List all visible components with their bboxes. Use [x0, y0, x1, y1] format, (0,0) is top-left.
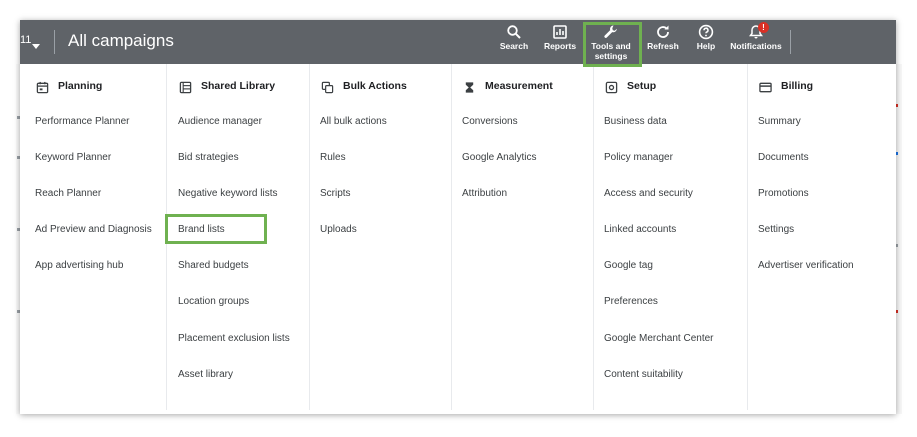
- copy-icon: [321, 81, 334, 94]
- refresh-label: Refresh: [647, 41, 679, 51]
- search-button[interactable]: Search: [498, 24, 530, 60]
- calendar-icon: [36, 81, 49, 94]
- menu-item-access-and-security[interactable]: Access and security: [604, 188, 693, 199]
- top-bar: 11 All campaigns Search Reports Tools an…: [20, 20, 896, 64]
- reports-button[interactable]: Reports: [540, 24, 580, 60]
- menu-item-performance-planner[interactable]: Performance Planner: [35, 116, 130, 127]
- menu-item-advertiser-verification[interactable]: Advertiser verification: [758, 260, 854, 271]
- notifications-button[interactable]: ! Notifications: [728, 22, 784, 60]
- menu-item-location-groups[interactable]: Location groups: [178, 296, 249, 307]
- topbar-divider-right: [790, 30, 791, 54]
- menu-item-promotions[interactable]: Promotions: [758, 188, 809, 199]
- menu-column-billing: Billing Summary Documents Promotions Set…: [748, 64, 896, 410]
- heading-label: Shared Library: [201, 80, 276, 92]
- notification-badge: !: [758, 22, 769, 33]
- heading-label: Planning: [58, 80, 103, 92]
- heading-label: Setup: [627, 80, 657, 92]
- menu-item-content-suitability[interactable]: Content suitability: [604, 369, 683, 380]
- menu-item-settings[interactable]: Settings: [758, 224, 794, 235]
- menu-item-shared-budgets[interactable]: Shared budgets: [178, 260, 249, 271]
- menu-item-uploads[interactable]: Uploads: [320, 224, 357, 235]
- menu-item-policy-manager[interactable]: Policy manager: [604, 152, 673, 163]
- brand-lists-highlight-box: [165, 214, 267, 244]
- heading-label: Billing: [781, 80, 814, 92]
- menu-item-documents[interactable]: Documents: [758, 152, 809, 163]
- menu-item-bid-strategies[interactable]: Bid strategies: [178, 152, 239, 163]
- menu-item-audience-manager[interactable]: Audience manager: [178, 116, 262, 127]
- reports-label: Reports: [543, 41, 577, 51]
- menu-item-summary[interactable]: Summary: [758, 116, 801, 127]
- menu-item-reach-planner[interactable]: Reach Planner: [35, 188, 101, 199]
- hourglass-icon: [465, 82, 474, 93]
- help-label: Help: [696, 41, 716, 51]
- menu-item-google-merchant-center[interactable]: Google Merchant Center: [604, 333, 714, 344]
- menu-item-rules[interactable]: Rules: [320, 152, 346, 163]
- page-title: All campaigns: [68, 31, 174, 50]
- search-label: Search: [499, 41, 529, 51]
- tools-settings-menu: Planning Performance Planner Keyword Pla…: [20, 64, 896, 414]
- screenshot-stage: 11 All campaigns Search Reports Tools an…: [0, 0, 917, 437]
- menu-column-planning: Planning Performance Planner Keyword Pla…: [20, 64, 167, 410]
- menu-item-google-analytics[interactable]: Google Analytics: [462, 152, 537, 163]
- library-icon: [179, 81, 192, 94]
- menu-column-measurement: Measurement Conversions Google Analytics…: [452, 64, 594, 410]
- menu-item-preferences[interactable]: Preferences: [604, 296, 658, 307]
- help-icon: [698, 24, 714, 40]
- menu-column-bulk-actions: Bulk Actions All bulk actions Rules Scri…: [310, 64, 452, 410]
- refresh-button[interactable]: Refresh: [645, 24, 681, 60]
- menu-item-google-tag[interactable]: Google tag: [604, 260, 653, 271]
- topbar-divider: [54, 30, 55, 54]
- menu-item-attribution[interactable]: Attribution: [462, 188, 507, 199]
- heading-label: Bulk Actions: [343, 80, 407, 92]
- notifications-label: Notifications: [730, 41, 782, 51]
- menu-item-keyword-planner[interactable]: Keyword Planner: [35, 152, 111, 163]
- menu-column-setup: Setup Business data Policy manager Acces…: [594, 64, 748, 410]
- menu-item-app-advertising-hub[interactable]: App advertising hub: [35, 260, 123, 271]
- heading-label: Measurement: [485, 80, 553, 92]
- setup-icon: [605, 81, 618, 94]
- refresh-icon: [657, 25, 669, 38]
- search-icon: [507, 25, 521, 39]
- menu-item-business-data[interactable]: Business data: [604, 116, 667, 127]
- help-button[interactable]: Help: [692, 24, 720, 60]
- menu-item-negative-keyword-lists[interactable]: Negative keyword lists: [178, 188, 277, 199]
- menu-item-conversions[interactable]: Conversions: [462, 116, 518, 127]
- chevron-down-icon[interactable]: [32, 44, 40, 49]
- menu-item-scripts[interactable]: Scripts: [320, 188, 351, 199]
- menu-item-linked-accounts[interactable]: Linked accounts: [604, 224, 676, 235]
- menu-item-asset-library[interactable]: Asset library: [178, 369, 233, 380]
- menu-item-all-bulk-actions[interactable]: All bulk actions: [320, 116, 387, 127]
- menu-item-ad-preview[interactable]: Ad Preview and Diagnosis: [35, 224, 152, 235]
- reports-icon: [553, 25, 567, 39]
- menu-item-placement-exclusion-lists[interactable]: Placement exclusion lists: [178, 333, 290, 344]
- tools-highlight-box: [583, 22, 642, 67]
- credit-card-icon: [759, 82, 772, 93]
